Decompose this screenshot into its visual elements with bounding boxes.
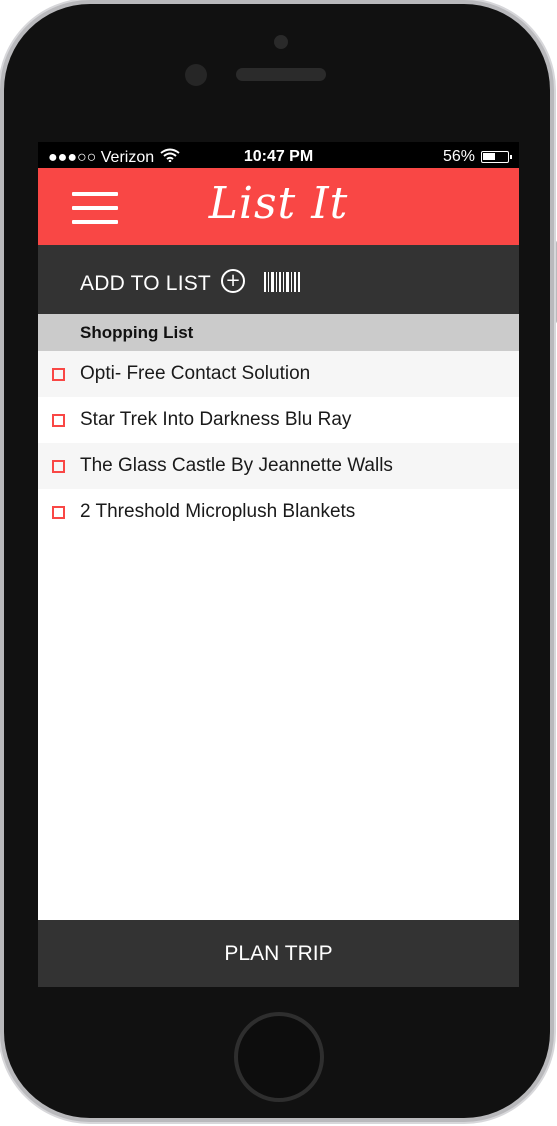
- add-to-list-button[interactable]: ADD TO LIST: [80, 272, 211, 296]
- checkbox[interactable]: [52, 506, 65, 519]
- plus-circle-icon[interactable]: +: [221, 269, 245, 293]
- home-button[interactable]: [234, 1012, 324, 1102]
- barcode-icon[interactable]: [264, 272, 300, 292]
- front-camera: [185, 64, 207, 86]
- list-item-label: The Glass Castle By Jeannette Walls: [80, 455, 393, 476]
- shopping-list: Opti- Free Contact Solution Star Trek In…: [38, 351, 519, 535]
- list-item-label: 2 Threshold Microplush Blankets: [80, 501, 356, 522]
- list-item[interactable]: Star Trek Into Darkness Blu Ray: [38, 397, 519, 443]
- screen: ●●●○○ Verizon 10:47 PM 56% List It ADD T…: [38, 142, 519, 987]
- app-header: List It: [38, 168, 519, 245]
- battery-fill: [483, 153, 495, 160]
- list-item[interactable]: The Glass Castle By Jeannette Walls: [38, 443, 519, 489]
- checkbox[interactable]: [52, 460, 65, 473]
- list-item-label: Star Trek Into Darkness Blu Ray: [80, 409, 352, 430]
- plan-trip-button[interactable]: PLAN TRIP: [38, 920, 519, 987]
- proximity-sensor: [274, 35, 288, 49]
- battery-icon: [481, 151, 512, 163]
- status-bar: ●●●○○ Verizon 10:47 PM 56%: [38, 142, 519, 168]
- battery-percent: 56%: [442, 148, 475, 165]
- earpiece-speaker: [236, 68, 326, 81]
- list-item[interactable]: Opti- Free Contact Solution: [38, 351, 519, 397]
- app-view: List It ADD TO LIST + Shopping List Opti…: [38, 168, 519, 987]
- battery-status: 56%: [442, 148, 512, 166]
- power-button: [551, 240, 557, 324]
- checkbox[interactable]: [52, 368, 65, 381]
- add-to-list-bar: ADD TO LIST +: [38, 245, 519, 314]
- list-title-label: Shopping List: [80, 323, 194, 342]
- list-item-label: Opti- Free Contact Solution: [80, 363, 311, 384]
- list-item[interactable]: 2 Threshold Microplush Blankets: [38, 489, 519, 535]
- app-logo: List It: [208, 178, 349, 229]
- list-title: Shopping List: [38, 314, 519, 351]
- checkbox[interactable]: [52, 414, 65, 427]
